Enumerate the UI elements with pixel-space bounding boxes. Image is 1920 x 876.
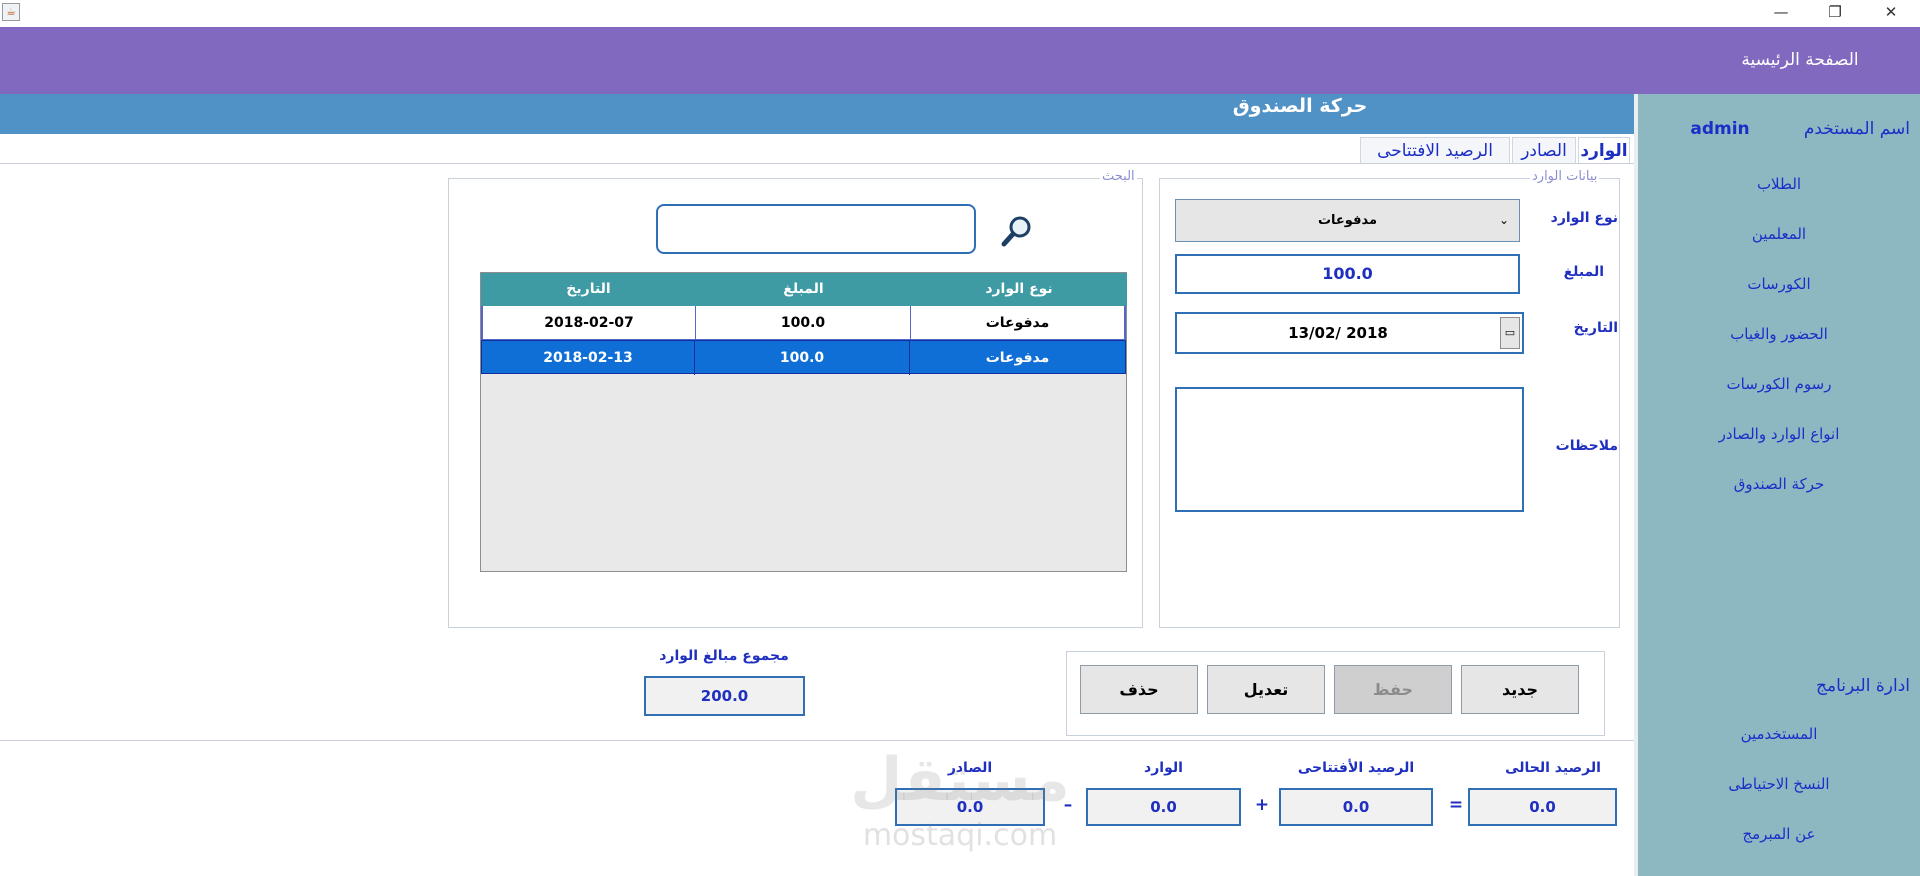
income-table: نوع الوارد المبلغ التاريخ مدفوعات 100.0 … <box>480 272 1127 572</box>
table-cell-type: مدفوعات <box>911 306 1126 340</box>
income-value: 0.0 <box>1086 788 1241 826</box>
home-link[interactable]: الصفحة الرئيسية <box>1680 27 1920 94</box>
tab-expense[interactable]: الصادر <box>1512 137 1576 163</box>
sidebar-item-teachers[interactable]: المعلمين <box>1638 225 1920 243</box>
table-cell-date: 2018-02-07 <box>483 306 696 340</box>
sidebar-item-courses[interactable]: الكورسات <box>1638 275 1920 293</box>
tab-income[interactable]: الوارد <box>1578 137 1630 163</box>
table-cell-amount: 100.0 <box>695 341 910 375</box>
table-cell-date: 2018-02-13 <box>482 341 695 375</box>
sidebar-item-cash-movement[interactable]: حركة الصندوق <box>1638 475 1920 493</box>
table-cell-type: مدفوعات <box>985 350 1050 366</box>
table-row-selected[interactable]: مدفوعات 100.0 2018-02-13 <box>481 340 1126 375</box>
income-type-select[interactable]: مدفوعات ⌄ <box>1175 199 1520 242</box>
total-value: 200.0 <box>644 676 805 716</box>
amount-label: المبلغ <box>1563 264 1604 280</box>
date-value: 13/02/ 2018 <box>1288 324 1388 342</box>
edit-button[interactable]: تعديل <box>1207 665 1325 714</box>
income-label: الوارد <box>1144 760 1183 776</box>
income-data-legend: بيانات الوارد <box>1530 169 1600 184</box>
sidebar-item-students[interactable]: الطلاب <box>1638 175 1920 193</box>
sidebar-item-about[interactable]: عن المبرمج <box>1638 825 1920 843</box>
java-app-icon: ☕ <box>2 3 20 21</box>
column-header-date[interactable]: التاريخ <box>481 273 696 306</box>
user-label: اسم المستخدم <box>1803 119 1910 139</box>
watermark-text: mostaqi.com <box>862 818 1058 853</box>
admin-section-title: ادارة البرنامج <box>1816 676 1910 696</box>
new-button[interactable]: جديد <box>1461 665 1579 714</box>
column-header-amount[interactable]: المبلغ <box>696 273 911 306</box>
sidebar-item-course-fees[interactable]: رسوم الكورسات <box>1638 375 1920 393</box>
notes-label: ملاحظات <box>1555 438 1618 454</box>
income-type-value: مدفوعات <box>1317 213 1378 228</box>
income-type-label: نوع الوارد <box>1550 210 1618 226</box>
date-label: التاريخ <box>1573 320 1618 336</box>
search-legend: البحث <box>1100 169 1137 184</box>
sidebar-item-income-expense-types[interactable]: انواع الوارد والصادر <box>1638 425 1920 443</box>
current-balance-value: 0.0 <box>1468 788 1617 826</box>
user-value: admin <box>1690 119 1750 139</box>
sidebar-item-backup[interactable]: النسخ الاحتياطى <box>1638 775 1920 793</box>
close-button[interactable]: ✕ <box>1868 0 1914 27</box>
search-input[interactable] <box>656 204 976 254</box>
equals-sign: = <box>1448 795 1464 815</box>
tab-opening-balance[interactable]: الرصيد الافتتاحى <box>1360 137 1510 163</box>
app-header <box>0 27 1920 94</box>
current-balance-label: الرصيد الحالى <box>1505 760 1601 776</box>
opening-balance-label: الرصيد الأفتتاحى <box>1297 760 1415 776</box>
window-titlebar <box>0 0 1920 27</box>
section-divider <box>0 740 1634 741</box>
save-button[interactable]: حفظ <box>1334 665 1452 714</box>
opening-balance-value: 0.0 <box>1279 788 1433 826</box>
watermark-logo: مستقل <box>850 745 1070 815</box>
calendar-icon[interactable]: ▭ <box>1500 317 1520 349</box>
restore-button[interactable]: ❐ <box>1812 0 1858 27</box>
date-picker[interactable]: 13/02/ 2018 ▭ <box>1175 312 1524 354</box>
amount-input[interactable]: 100.0 <box>1175 254 1520 294</box>
table-row[interactable]: مدفوعات 100.0 2018-02-07 <box>481 306 1126 340</box>
search-icon[interactable] <box>1000 214 1034 248</box>
notes-textarea[interactable] <box>1175 387 1524 512</box>
module-title: حركة الصندوق <box>1232 95 1368 117</box>
plus-sign: + <box>1254 795 1270 815</box>
delete-button[interactable]: حذف <box>1080 665 1198 714</box>
sidebar-item-attendance[interactable]: الحضور والغياب <box>1638 325 1920 343</box>
minimize-button[interactable]: — <box>1758 0 1804 27</box>
sidebar-item-users[interactable]: المستخدمين <box>1638 725 1920 743</box>
total-label: مجموع مبالغ الوارد <box>659 648 789 664</box>
column-header-type[interactable]: نوع الوارد <box>911 273 1127 306</box>
chevron-down-icon: ⌄ <box>1498 213 1509 227</box>
table-cell-amount: 100.0 <box>696 306 911 340</box>
